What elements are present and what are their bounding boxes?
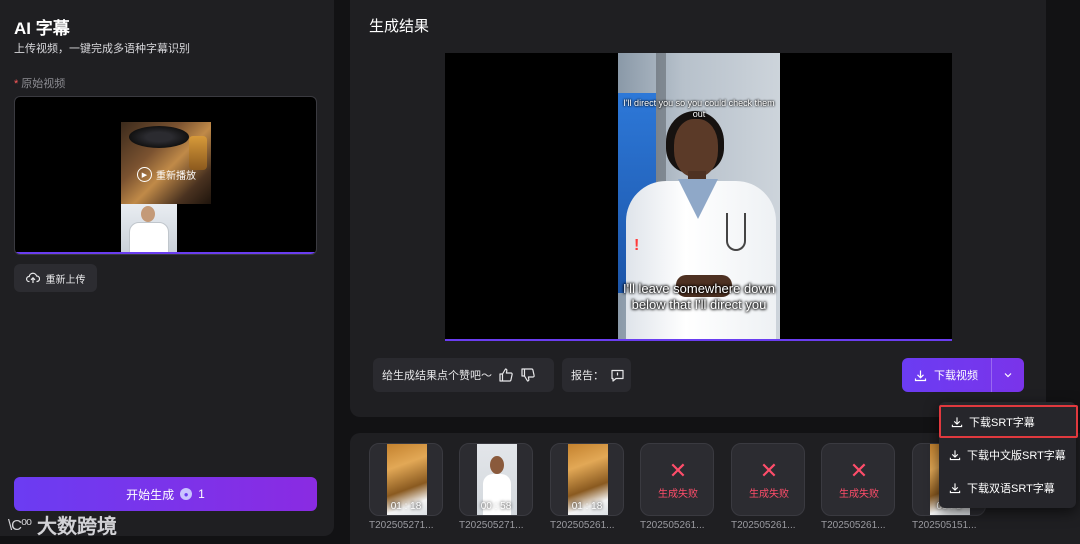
- app-title: AI 字幕: [14, 19, 70, 38]
- menu-item-download-bilingual-srt[interactable]: 下载双语SRT字幕: [939, 471, 1076, 504]
- video-label-text: 原始视频: [21, 78, 66, 90]
- close-icon: ✕: [668, 458, 688, 483]
- thumbs-down-icon[interactable]: [520, 367, 536, 383]
- history-card[interactable]: 01 : 18: [550, 443, 624, 516]
- history-filename: T202505151...: [912, 520, 977, 531]
- subtitle-top: I'll direct you so you could check them …: [623, 98, 775, 119]
- history-filename: T202505271...: [369, 520, 434, 531]
- credit-coin-icon: ●: [180, 488, 193, 500]
- reupload-button[interactable]: 重新上传: [14, 264, 97, 292]
- download-icon: [949, 482, 961, 494]
- menu-item-label: 下载中文版SRT字幕: [967, 449, 1066, 462]
- watermark: \C⁰⁰ 大数跨境: [8, 510, 117, 539]
- comment-icon: [610, 368, 625, 383]
- menu-item-label: 下载SRT字幕: [969, 416, 1035, 429]
- report-label: 报告：: [571, 370, 604, 382]
- feedback-bar: 给生成结果点个赞吧～: [373, 358, 554, 392]
- history-filename: T202505261...: [640, 520, 705, 531]
- stethoscope-shape: [726, 213, 746, 251]
- download-icon: [949, 449, 961, 461]
- download-dropdown-menu: 下载SRT字幕 下载中文版SRT字幕 下载双语SRT字幕: [939, 402, 1078, 508]
- history-status: 生成失败: [839, 489, 879, 500]
- history-failed-state: ✕ 生成失败: [822, 458, 894, 501]
- download-icon: [951, 416, 963, 428]
- watermark-text: 大数跨境: [37, 516, 118, 538]
- history-status: 生成失败: [658, 489, 698, 500]
- report-button[interactable]: 报告：: [562, 358, 631, 392]
- menu-item-label: 下载双语SRT字幕: [967, 482, 1055, 495]
- video-field-label: * 原始视频: [14, 75, 65, 91]
- bowl-shape: [129, 126, 189, 148]
- player-progress-bar: [445, 339, 952, 341]
- history-card[interactable]: 01 : 18: [369, 443, 443, 516]
- history-filename: T202505261...: [821, 520, 886, 531]
- thumbs-up-icon[interactable]: [498, 367, 514, 383]
- warning-badge-icon: !: [634, 237, 640, 254]
- feedback-label: 给生成结果点个赞吧～: [382, 370, 492, 382]
- history-status: 生成失败: [749, 489, 789, 500]
- download-dropdown-toggle[interactable]: [992, 370, 1024, 380]
- close-icon: ✕: [849, 458, 869, 483]
- result-panel: 生成结果 ! I'll direct you so you could chec…: [350, 0, 1046, 417]
- history-card[interactable]: ✕ 生成失败: [731, 443, 805, 516]
- download-icon: [914, 369, 927, 382]
- replay-label: 重新播放: [156, 171, 196, 182]
- history-item[interactable]: ✕ 生成失败 T202505261...: [731, 443, 805, 531]
- history-card[interactable]: ✕ 生成失败: [821, 443, 895, 516]
- upload-panel: AI 字幕 上传视频，一键完成多语种字幕识别 * 原始视频 ▶ 重新播放 重新上传…: [0, 0, 334, 536]
- history-item[interactable]: 01 : 18 T202505261...: [550, 443, 624, 531]
- video-thumbnail-doctor: [121, 204, 177, 254]
- history-filename: T202505261...: [731, 520, 796, 531]
- history-item[interactable]: 01 : 18 T202505271...: [369, 443, 443, 531]
- video-progress-bar: [15, 252, 316, 254]
- start-generate-button[interactable]: 开始生成 ● 1: [14, 477, 317, 511]
- replay-button[interactable]: ▶ 重新播放: [137, 167, 196, 182]
- history-item[interactable]: ✕ 生成失败 T202505261...: [640, 443, 714, 531]
- result-title: 生成结果: [369, 18, 430, 35]
- result-video-player[interactable]: ! I'll direct you so you could check the…: [445, 53, 952, 341]
- download-video-button[interactable]: 下载视频: [902, 358, 1024, 392]
- subtitle-bottom: I'll leave somewhere down below that I'l…: [622, 281, 776, 312]
- history-duration: 01 : 18: [390, 501, 422, 512]
- jar-shape: [189, 136, 207, 170]
- watermark-logo: \C⁰⁰: [8, 516, 32, 534]
- menu-item-download-srt[interactable]: 下载SRT字幕: [939, 405, 1078, 438]
- start-credits: 1: [198, 487, 205, 501]
- source-video-preview[interactable]: ▶ 重新播放: [14, 96, 317, 255]
- cloud-upload-icon: [25, 272, 40, 284]
- history-failed-state: ✕ 生成失败: [641, 458, 713, 501]
- coat-shape: [129, 222, 169, 254]
- download-label: 下载视频: [934, 370, 978, 382]
- menu-item-download-chinese-srt[interactable]: 下载中文版SRT字幕: [939, 438, 1076, 471]
- start-label: 开始生成: [126, 487, 175, 502]
- play-icon: ▶: [137, 167, 152, 182]
- history-card[interactable]: ✕ 生成失败: [640, 443, 714, 516]
- required-mark: *: [14, 78, 19, 90]
- face-shape: [674, 119, 718, 177]
- history-failed-state: ✕ 生成失败: [732, 458, 804, 501]
- history-card[interactable]: 00 : 58: [459, 443, 533, 516]
- history-item[interactable]: ✕ 生成失败 T202505261...: [821, 443, 895, 531]
- history-filename: T202505261...: [550, 520, 615, 531]
- history-duration: 00 : 58: [480, 501, 512, 512]
- close-icon: ✕: [759, 458, 779, 483]
- app-subtitle: 上传视频，一键完成多语种字幕识别: [14, 43, 190, 55]
- chevron-down-icon: [1003, 370, 1013, 380]
- reupload-label: 重新上传: [45, 274, 86, 286]
- head-shape: [141, 206, 155, 222]
- video-thumbnail-food: [121, 122, 211, 204]
- history-filename: T202505271...: [459, 520, 524, 531]
- history-duration: 01 : 18: [571, 501, 603, 512]
- history-item[interactable]: 00 : 58 T202505271...: [459, 443, 533, 531]
- download-main[interactable]: 下载视频: [902, 358, 992, 392]
